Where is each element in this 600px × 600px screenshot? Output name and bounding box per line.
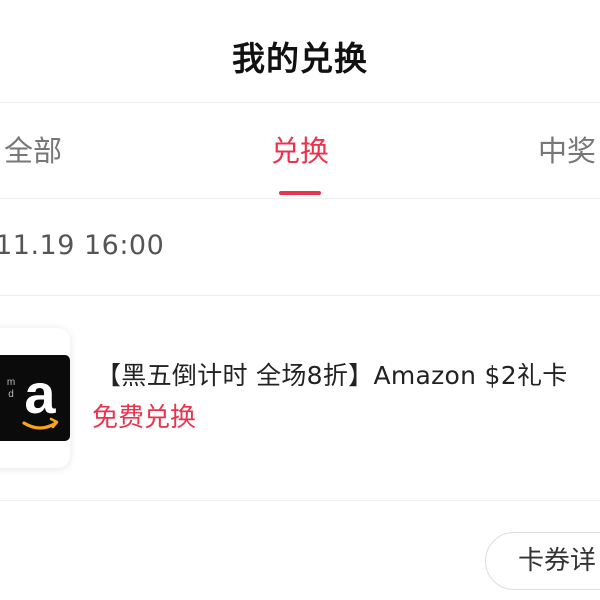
time-divider: [0, 295, 600, 296]
header: 我的兑换: [0, 0, 600, 102]
exchange-status: 免费兑换: [92, 403, 197, 433]
page-title: 我的兑换: [232, 39, 368, 78]
item-divider: [0, 500, 600, 501]
active-tab-indicator: [279, 191, 321, 195]
gift-card-text: m d: [6, 377, 16, 400]
amazon-gift-card-image: m d a: [0, 355, 70, 441]
product-title[interactable]: 【黑五倒计时 全场8折】Amazon $2礼卡: [96, 356, 568, 396]
amazon-logo-icon: a: [22, 367, 59, 430]
my-exchange-page: 我的兑换 全部 兑换 中奖 .11.19 16:00 m d a 【黑五倒计时 …: [0, 0, 600, 600]
tab-prize[interactable]: 中奖: [538, 126, 596, 176]
card-detail-button[interactable]: 卡券详: [485, 532, 600, 590]
svg-text:a: a: [24, 367, 56, 425]
tabs-divider: [0, 198, 600, 199]
order-time: .11.19 16:00: [0, 230, 165, 261]
header-divider: [0, 102, 600, 103]
tab-exchange[interactable]: 兑换: [271, 126, 329, 176]
tab-all[interactable]: 全部: [4, 126, 62, 176]
